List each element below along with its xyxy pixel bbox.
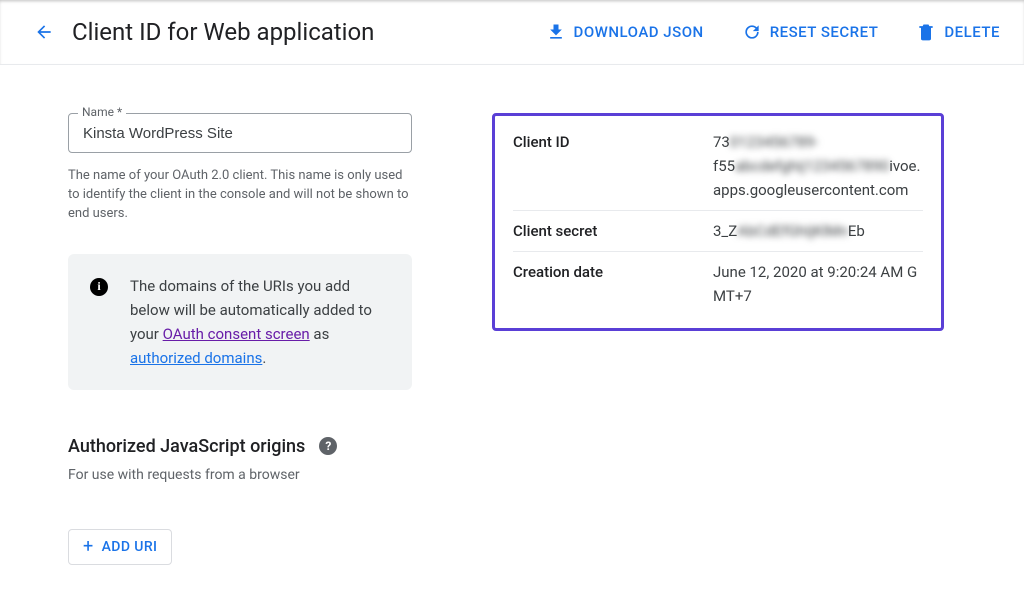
top-bar: Client ID for Web application DOWNLOAD J… [0, 0, 1024, 65]
info-box: i The domains of the URIs you add below … [68, 254, 412, 390]
credentials-box: Client ID 730123456789- f55abcdefghij123… [492, 113, 944, 331]
right-column: Client ID 730123456789- f55abcdefghij123… [492, 113, 944, 565]
add-uri-button[interactable]: + ADD URI [68, 529, 172, 565]
oauth-consent-link[interactable]: OAuth consent screen [163, 325, 310, 343]
add-uri-label: ADD URI [102, 539, 158, 555]
name-help-text: The name of your OAuth 2.0 client. This … [68, 167, 412, 224]
delete-button[interactable]: DELETE [916, 22, 1000, 42]
info-text-post: . [262, 349, 266, 367]
client-secret-suffix: Eb [848, 222, 865, 240]
arrow-left-icon [34, 22, 54, 42]
reset-secret-button[interactable]: RESET SECRET [742, 22, 879, 42]
authorized-domains-link[interactable]: authorized domains [130, 349, 262, 367]
name-input[interactable] [68, 113, 412, 153]
name-field-label: Name * [78, 105, 126, 119]
client-id-blur2: abcdefghij1234567890 [735, 157, 889, 175]
info-icon: i [90, 278, 108, 296]
client-id-value: 730123456789- f55abcdefghij1234567890ivo… [713, 130, 923, 202]
delete-label: DELETE [944, 23, 1000, 41]
creation-date-row: Creation date June 12, 2020 at 9:20:24 A… [513, 251, 923, 316]
info-text-mid: as [310, 325, 330, 343]
client-secret-row: Client secret 3_ZAbCdEfGhIjKlMnEb [513, 210, 923, 251]
js-origins-sub: For use with requests from a browser [68, 467, 412, 483]
back-button[interactable] [24, 12, 64, 52]
client-secret-value: 3_ZAbCdEfGhIjKlMnEb [713, 219, 923, 243]
trash-icon [916, 22, 936, 42]
client-id-line2-prefix: f55 [713, 157, 735, 175]
help-icon[interactable]: ? [319, 437, 337, 455]
download-icon [546, 22, 566, 42]
refresh-icon [742, 22, 762, 42]
client-secret-label: Client secret [513, 219, 713, 243]
content-area: Name * The name of your OAuth 2.0 client… [0, 65, 1024, 613]
info-text: The domains of the URIs you add below wi… [130, 274, 390, 370]
js-origins-header: Authorized JavaScript origins ? [68, 436, 412, 457]
js-origins-title: Authorized JavaScript origins [68, 436, 305, 457]
client-id-label: Client ID [513, 130, 713, 202]
client-secret-blur: AbCdEfGhIjKlMn [737, 222, 848, 240]
page-title: Client ID for Web application [72, 18, 374, 46]
reset-secret-label: RESET SECRET [770, 23, 879, 41]
left-column: Name * The name of your OAuth 2.0 client… [68, 113, 412, 565]
client-id-row: Client ID 730123456789- f55abcdefghij123… [513, 130, 923, 210]
creation-date-label: Creation date [513, 260, 713, 308]
creation-date-value: June 12, 2020 at 9:20:24 AM GMT+7 [713, 260, 923, 308]
client-id-blur1: 0123456789- [730, 133, 818, 151]
download-json-label: DOWNLOAD JSON [574, 23, 704, 41]
download-json-button[interactable]: DOWNLOAD JSON [546, 22, 704, 42]
client-id-prefix: 73 [713, 133, 730, 151]
plus-icon: + [83, 538, 94, 556]
name-field-wrap: Name * [68, 113, 412, 153]
client-secret-prefix: 3_Z [713, 222, 737, 240]
